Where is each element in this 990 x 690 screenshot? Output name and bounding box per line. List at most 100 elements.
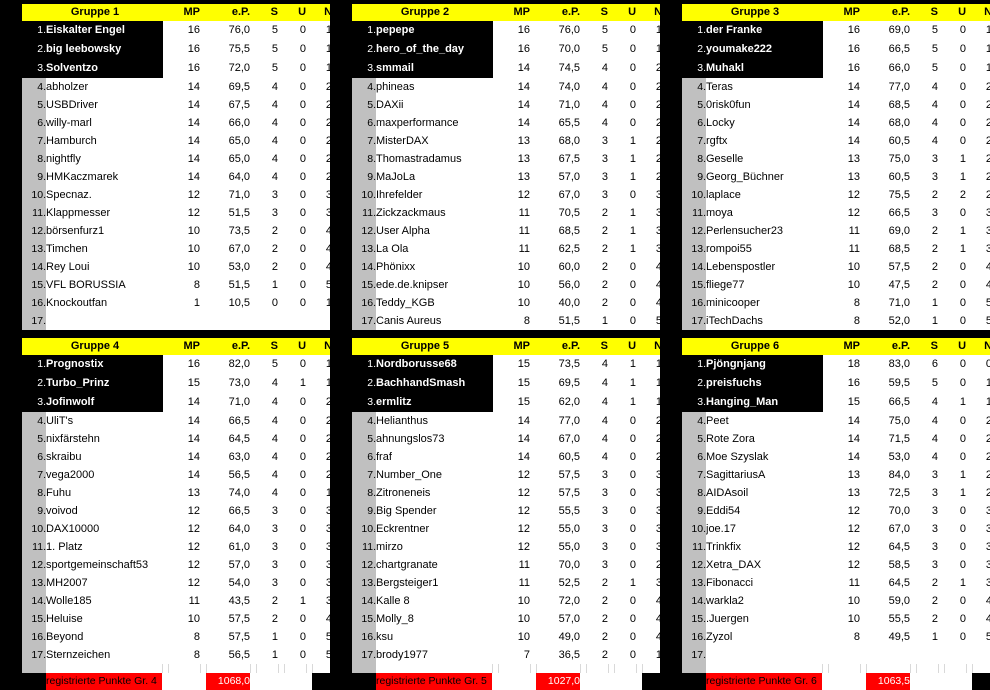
table-row[interactable]: 17. Sternzeichen 8 56,5 1 0 5 — [22, 646, 333, 664]
table-row[interactable]: 10. Ihrefelder 12 67,0 3 0 3 — [352, 186, 663, 204]
table-row[interactable]: 7. SagittariusA 13 84,0 3 1 2 — [682, 466, 990, 484]
table-row[interactable]: 16. minicooper 8 71,0 1 0 5 — [682, 294, 990, 312]
table-row[interactable]: 3. Muhakl 16 66,0 5 0 1 — [682, 58, 990, 78]
table-row[interactable]: 1. Prognostix 16 82,0 5 0 1 — [22, 355, 333, 374]
table-row[interactable]: 16. Beyond 8 57,5 1 0 5 — [22, 628, 333, 646]
table-row[interactable]: 4. Helianthus 14 77,0 4 0 2 — [352, 411, 663, 430]
table-row[interactable]: 3. Solventzo 16 72,0 5 0 1 — [22, 58, 333, 78]
table-row[interactable]: 9. Georg_Büchner 13 60,5 3 1 2 — [682, 168, 990, 186]
table-row[interactable]: 5. DAXii 14 71,0 4 0 2 — [352, 96, 663, 114]
table-row[interactable]: 13. Bergsteiger1 11 52,5 2 1 3 — [352, 574, 663, 592]
table-row[interactable]: 4. Peet 14 75,0 4 0 2 — [682, 411, 990, 430]
table-row[interactable]: 12. User Alpha 11 68,5 2 1 3 — [352, 222, 663, 240]
table-row[interactable]: 16. Zyzol 8 49,5 1 0 5 — [682, 628, 990, 646]
table-row[interactable]: 11. Klappmesser 12 51,5 3 0 3 — [22, 204, 333, 222]
table-row[interactable]: 12. sportgemeinschaft53 12 57,0 3 0 3 — [22, 556, 333, 574]
table-row[interactable]: 6. skraibu 14 63,0 4 0 2 — [22, 448, 333, 466]
table-row[interactable]: 4. UliT's 14 66,5 4 0 2 — [22, 411, 333, 430]
table-row[interactable]: 15. fliege77 10 47,5 2 0 4 — [682, 276, 990, 294]
table-row[interactable]: 15. .Juergen 10 55,5 2 0 4 — [682, 610, 990, 628]
table-row[interactable]: 16. Teddy_KGB 10 40,0 2 0 4 — [352, 294, 663, 312]
table-row[interactable]: 7. Hamburch 14 65,0 4 0 2 — [22, 132, 333, 150]
table-row[interactable]: 16. ksu 10 49,0 2 0 4 — [352, 628, 663, 646]
table-row[interactable]: 13. rompoi55 11 68,5 2 1 3 — [682, 240, 990, 258]
table-row[interactable]: 6. Locky 14 68,0 4 0 2 — [682, 114, 990, 132]
table-row[interactable]: 15. VFL BORUSSIA 8 51,5 1 0 5 — [22, 276, 333, 294]
table-row[interactable]: 14. Lebenspostler 10 57,5 2 0 4 — [682, 258, 990, 276]
table-row[interactable]: 9. HMKaczmarek 14 64,0 4 0 2 — [22, 168, 333, 186]
table-row[interactable]: 2. preisfuchs 16 59,5 5 0 1 — [682, 373, 990, 393]
table-row[interactable]: 10. Specnaz. 12 71,0 3 0 3 — [22, 186, 333, 204]
table-row[interactable]: 9. Eddi54 12 70,0 3 0 3 — [682, 502, 990, 520]
table-row[interactable]: 6. Moe Szyslak 14 53,0 4 0 2 — [682, 448, 990, 466]
table-row[interactable]: 12. Perlensucher23 11 69,0 2 1 3 — [682, 222, 990, 240]
table-row[interactable]: 10. DAX10000 12 64,0 3 0 3 — [22, 520, 333, 538]
table-row[interactable]: 13. La Ola 11 62,5 2 1 3 — [352, 240, 663, 258]
table-row[interactable]: 1. Pjöngnjang 18 83,0 6 0 0 — [682, 355, 990, 374]
table-row[interactable]: 3. Jofinwolf 14 71,0 4 0 2 — [22, 392, 333, 412]
table-row[interactable]: 12. börsenfurz1 10 73,5 2 0 4 — [22, 222, 333, 240]
table-row[interactable]: 17. — [682, 646, 990, 664]
table-row[interactable]: 1. pepepe 16 76,0 5 0 1 — [352, 21, 663, 40]
table-row[interactable]: 11. Zickzackmaus 11 70,5 2 1 3 — [352, 204, 663, 222]
table-row[interactable]: 8. Thomastradamus 13 67,5 3 1 2 — [352, 150, 663, 168]
table-row[interactable]: 8. AIDAsoil 13 72,5 3 1 2 — [682, 484, 990, 502]
table-row[interactable]: 7. MisterDAX 13 68,0 3 1 2 — [352, 132, 663, 150]
table-row[interactable]: 5. Rote Zora 14 71,5 4 0 2 — [682, 430, 990, 448]
table-row[interactable]: 8. nightfly 14 65,0 4 0 2 — [22, 150, 333, 168]
table-row[interactable]: 13. Timchen 10 67,0 2 0 4 — [22, 240, 333, 258]
table-row[interactable]: 3. smmail 14 74,5 4 0 2 — [352, 58, 663, 78]
table-row[interactable]: 17. iTechDachs 8 52,0 1 0 5 — [682, 312, 990, 330]
table-row[interactable]: 2. big leebowsky 16 75,5 5 0 1 — [22, 39, 333, 59]
table-row[interactable]: 10. Eckrentner 12 55,0 3 0 3 — [352, 520, 663, 538]
table-row[interactable]: 7. Number_One 12 57,5 3 0 3 — [352, 466, 663, 484]
table-row[interactable]: 5. ahnungslos73 14 67,0 4 0 2 — [352, 430, 663, 448]
table-row[interactable]: 2. youmake222 16 66,5 5 0 1 — [682, 39, 990, 59]
table-row[interactable]: 5. USBDriver 14 67,5 4 0 2 — [22, 96, 333, 114]
table-row[interactable]: 17. brody1977 7 36,5 2 0 1 — [352, 646, 663, 664]
table-row[interactable]: 17. Canis Aureus 8 51,5 1 0 5 — [352, 312, 663, 330]
table-row[interactable]: 15. Heluise 10 57,5 2 0 4 — [22, 610, 333, 628]
table-row[interactable]: 14. Rey Loui 10 53,0 2 0 4 — [22, 258, 333, 276]
table-row[interactable]: 11. mirzo 12 55,0 3 0 3 — [352, 538, 663, 556]
table-row[interactable]: 4. abholzer 14 69,5 4 0 2 — [22, 77, 333, 96]
table-row[interactable]: 9. MaJoLa 13 57,0 3 1 2 — [352, 168, 663, 186]
table-row[interactable]: 16. Knockoutfan 1 10,5 0 0 1 — [22, 294, 333, 312]
table-row[interactable]: 4. Teras 14 77,0 4 0 2 — [682, 77, 990, 96]
table-row[interactable]: 11. moya 12 66,5 3 0 3 — [682, 204, 990, 222]
table-row[interactable]: 11. Trinkfix 12 64,5 3 0 3 — [682, 538, 990, 556]
table-row[interactable]: 14. warkla2 10 59,0 2 0 4 — [682, 592, 990, 610]
table-row[interactable]: 7. rgftx 14 60,5 4 0 2 — [682, 132, 990, 150]
table-row[interactable]: 6. fraf 14 60,5 4 0 2 — [352, 448, 663, 466]
table-row[interactable]: 1. der Franke 16 69,0 5 0 1 — [682, 21, 990, 40]
table-row[interactable]: 4. phineas 14 74,0 4 0 2 — [352, 77, 663, 96]
table-row[interactable]: 14. Wolle185 11 43,5 2 1 3 — [22, 592, 333, 610]
table-row[interactable]: 3. ermlitz 15 62,0 4 1 1 — [352, 392, 663, 412]
table-row[interactable]: 5. nixfärstehn 14 64,5 4 0 2 — [22, 430, 333, 448]
table-row[interactable]: 11. 1. Platz 12 61,0 3 0 3 — [22, 538, 333, 556]
table-row[interactable]: 3. Hanging_Man 15 66,5 4 1 1 — [682, 392, 990, 412]
table-row[interactable]: 15. ede.de.knipser 10 56,0 2 0 4 — [352, 276, 663, 294]
table-row[interactable]: 13. Fibonacci 11 64,5 2 1 3 — [682, 574, 990, 592]
table-row[interactable]: 9. Big Spender 12 55,5 3 0 3 — [352, 502, 663, 520]
table-row[interactable]: 1. Nordborusse68 15 73,5 4 1 1 — [352, 355, 663, 374]
table-row[interactable]: 6. maxperformance 14 65,5 4 0 2 — [352, 114, 663, 132]
table-row[interactable]: 12. chartgranate 11 70,0 3 0 2 — [352, 556, 663, 574]
table-row[interactable]: 14. Phönixx 10 60,0 2 0 4 — [352, 258, 663, 276]
table-row[interactable]: 8. Fuhu 13 74,0 4 0 1 — [22, 484, 333, 502]
table-row[interactable]: 9. voivod 12 66,5 3 0 3 — [22, 502, 333, 520]
table-row[interactable]: 5. 0risk0fun 14 68,5 4 0 2 — [682, 96, 990, 114]
table-row[interactable]: 14. Kalle 8 10 72,0 2 0 4 — [352, 592, 663, 610]
table-row[interactable]: 7. vega2000 14 56,5 4 0 2 — [22, 466, 333, 484]
table-row[interactable]: 8. Zitroneneis 12 57,5 3 0 3 — [352, 484, 663, 502]
table-row[interactable]: 2. hero_of_the_day 16 70,0 5 0 1 — [352, 39, 663, 59]
table-row[interactable]: 12. Xetra_DAX 12 58,5 3 0 3 — [682, 556, 990, 574]
table-row[interactable]: 10. laplace 12 75,5 2 2 2 — [682, 186, 990, 204]
table-row[interactable]: 2. Turbo_Prinz 15 73,0 4 1 1 — [22, 373, 333, 393]
table-row[interactable]: 1. Eiskalter Engel 16 76,0 5 0 1 — [22, 21, 333, 40]
table-row[interactable]: 2. BachhandSmash 15 69,5 4 1 1 — [352, 373, 663, 393]
table-row[interactable]: 13. MH2007 12 54,0 3 0 3 — [22, 574, 333, 592]
table-row[interactable]: 8. Geselle 13 75,0 3 1 2 — [682, 150, 990, 168]
table-row[interactable]: 6. willy-marl 14 66,0 4 0 2 — [22, 114, 333, 132]
table-row[interactable]: 17. — [22, 312, 333, 330]
